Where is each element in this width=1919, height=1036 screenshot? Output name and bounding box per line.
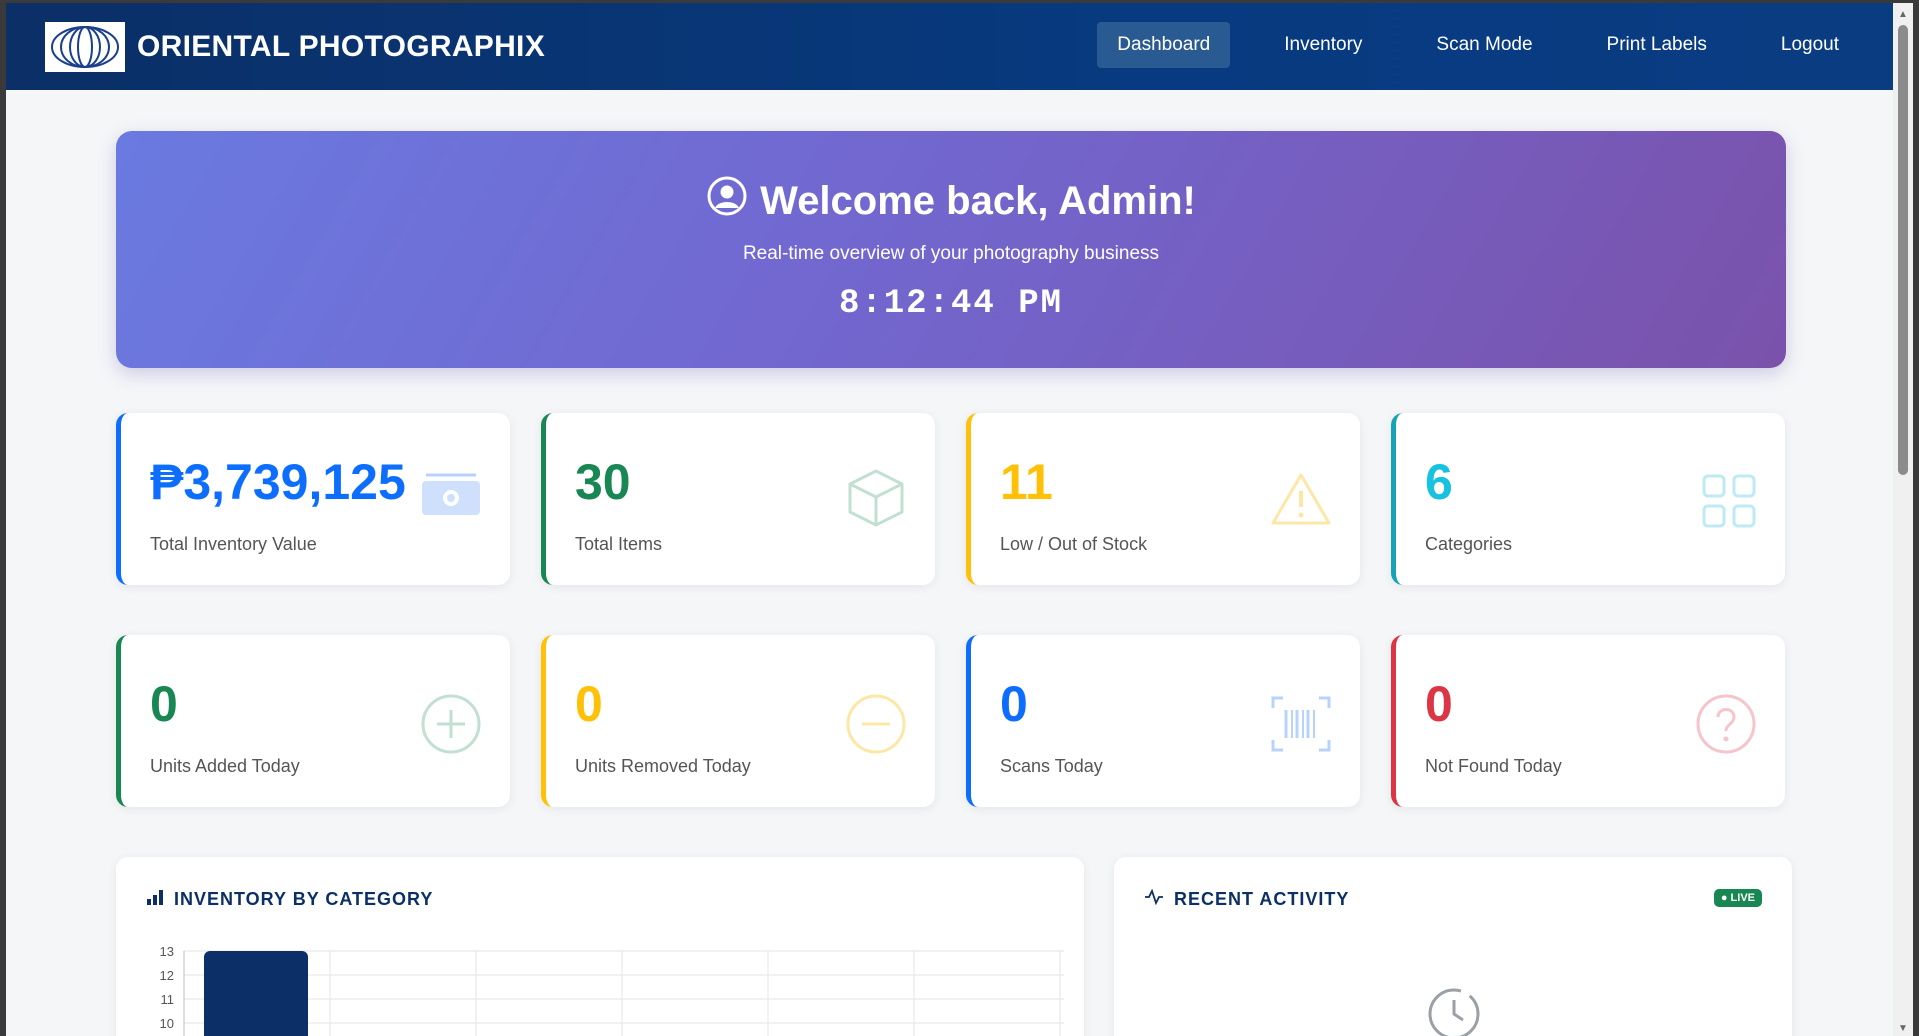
welcome-title-row: Welcome back, Admin! [116,175,1786,227]
nav-dashboard[interactable]: Dashboard [1097,22,1231,68]
question-circle-icon [1695,693,1757,760]
y-tick-label: 11 [161,992,175,1007]
minus-circle-icon [845,693,907,760]
stat-label: Categories [1425,534,1513,554]
brand[interactable]: ORIENTAL PHOTOGRAPHIX [45,21,546,72]
stat-value: 0 [1425,676,1453,732]
nav-inventory[interactable]: Inventory [1264,22,1382,68]
stat-label: Total Items [575,534,663,554]
stat-value: 0 [1000,676,1028,732]
stat-card-units-removed[interactable]: 0 Units Removed Today [541,635,935,807]
nav-links: Dashboard Inventory Scan Mode Print Labe… [1063,22,1859,68]
plus-circle-icon [420,693,482,760]
user-circle-icon [706,175,760,227]
stat-card-low-stock[interactable]: 11 Low / Out of Stock [966,413,1360,585]
nav-scan-mode[interactable]: Scan Mode [1416,22,1552,68]
stat-value: 0 [575,676,603,732]
stat-label: Scans Today [1000,756,1103,776]
stat-label: Low / Out of Stock [1000,534,1148,554]
live-label: LIVE [1730,892,1755,904]
scrollbar-thumb[interactable] [1898,25,1908,475]
panel-title: RECENT ACTIVITY [1174,889,1350,909]
stat-value: 11 [1000,454,1053,510]
top-navbar: ORIENTAL PHOTOGRAPHIX Dashboard Inventor… [6,3,1899,90]
nav-print-labels[interactable]: Print Labels [1587,22,1727,68]
activity-icon [1144,888,1174,910]
chart-bar[interactable] [204,951,308,1036]
bar-chart-icon [146,889,174,910]
inventory-by-category-panel: INVENTORY BY CATEGORY 13 12 11 10 [116,857,1084,1036]
y-tick-label: 12 [160,968,174,983]
stat-value: 30 [575,454,631,510]
stat-value: 0 [150,676,178,732]
stat-label: Units Added Today [150,756,300,776]
cash-icon [420,469,482,524]
scroll-up-icon[interactable]: ▲ [1898,9,1908,20]
warning-icon [1270,471,1332,532]
scroll-down-icon[interactable]: ▼ [1898,1023,1908,1034]
panel-title: INVENTORY BY CATEGORY [174,889,434,909]
live-badge: ● LIVE [1713,889,1762,907]
recent-activity-panel: RECENT ACTIVITY ● LIVE [1114,857,1792,1036]
y-tick-label: 13 [160,944,174,959]
welcome-subtitle: Real-time overview of your photography b… [742,243,1160,264]
stat-card-scans-today[interactable]: 0 Scans Today [966,635,1360,807]
stat-card-total-items[interactable]: 30 Total Items [541,413,935,585]
live-clock: 8:12:44 PM [838,285,1064,323]
stat-label: Not Found Today [1425,756,1562,776]
brand-name: ORIENTAL PHOTOGRAPHIX [137,29,546,63]
stat-card-categories[interactable]: 6 Categories [1391,413,1785,585]
app-window: ORIENTAL PHOTOGRAPHIX Dashboard Inventor… [0,0,1919,1036]
y-tick-label: 10 [160,1016,174,1031]
concentric-rings-logo [45,21,125,72]
barcode-scan-icon [1270,693,1332,760]
welcome-banner: Welcome back, Admin! Real-time overview … [116,131,1786,368]
welcome-title: Welcome back, Admin! [760,178,1196,223]
stat-card-inventory-value[interactable]: ₱3,739,125 Total Inventory Value [116,413,510,585]
stat-label: Total Inventory Value [150,534,317,554]
panel-title-row: RECENT ACTIVITY [1144,888,1350,910]
stat-card-units-added[interactable]: 0 Units Added Today [116,635,510,807]
box-icon [845,467,907,534]
inventory-chart: 13 12 11 10 [160,944,1064,1036]
stat-card-not-found[interactable]: 0 Not Found Today [1391,635,1785,807]
clock-icon [1427,987,1481,1036]
grid-icon [1701,473,1757,534]
nav-logout[interactable]: Logout [1761,22,1859,68]
vertical-scrollbar[interactable]: ▲ ▼ [1893,3,1913,1036]
stat-value: ₱3,739,125 [150,454,406,510]
panel-title-row: INVENTORY BY CATEGORY [146,889,433,910]
stat-label: Units Removed Today [575,756,751,776]
stat-value: 6 [1425,454,1453,510]
